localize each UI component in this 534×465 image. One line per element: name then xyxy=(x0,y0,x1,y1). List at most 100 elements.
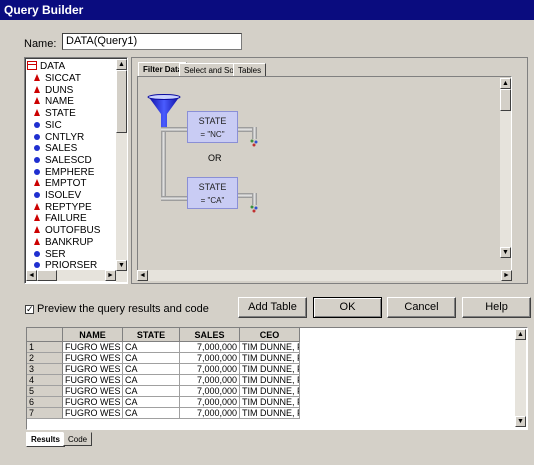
canvas-vertical-scrollbar[interactable]: ▲ ▼ xyxy=(500,78,511,258)
row-number[interactable]: 4 xyxy=(27,375,63,386)
table-icon xyxy=(27,61,37,70)
pipe-branch-2 xyxy=(161,196,188,201)
scroll-up-arrow-icon[interactable]: ▲ xyxy=(500,78,511,89)
table-cell[interactable]: FUGRO WES xyxy=(63,397,123,408)
table-cell[interactable]: CA xyxy=(123,386,180,397)
blue-circle-icon xyxy=(34,262,40,269)
red-triangle-icon xyxy=(34,179,40,187)
canvas-horizontal-scrollbar[interactable]: ◄ ► xyxy=(137,270,512,281)
scroll-up-arrow-icon[interactable]: ▲ xyxy=(515,329,526,340)
row-number[interactable]: 5 xyxy=(27,386,63,397)
tab-tables[interactable]: Tables xyxy=(233,63,267,77)
table-cell[interactable]: 7,000,000 xyxy=(180,397,240,408)
cancel-button[interactable]: Cancel xyxy=(387,297,456,318)
table-cell[interactable]: FUGRO WES xyxy=(63,375,123,386)
grid-corner-cell xyxy=(27,328,63,342)
red-triangle-icon xyxy=(34,202,40,210)
table-cell[interactable]: CA xyxy=(123,397,180,408)
scroll-left-arrow-icon[interactable]: ◄ xyxy=(26,270,37,281)
pipe-drop-2 xyxy=(252,193,257,205)
table-cell[interactable]: 7,000,000 xyxy=(180,342,240,353)
scroll-down-arrow-icon[interactable]: ▼ xyxy=(116,260,127,271)
table-cell[interactable]: TIM DUNNE, P xyxy=(240,375,300,386)
table-cell[interactable]: TIM DUNNE, P xyxy=(240,353,300,364)
table-cell[interactable]: TIM DUNNE, P xyxy=(240,397,300,408)
table-cell[interactable]: CA xyxy=(123,364,180,375)
preview-checkbox-label[interactable]: Preview the query results and code xyxy=(37,303,209,315)
filter-canvas[interactable]: STATE = "NC" OR STATE = "CA" ▲ ▼ xyxy=(137,76,512,271)
scroll-down-arrow-icon[interactable]: ▼ xyxy=(515,416,526,427)
add-table-button[interactable]: Add Table xyxy=(238,297,307,318)
column-header[interactable]: CEO xyxy=(240,328,300,342)
grid-vertical-scrollbar[interactable]: ▲ ▼ xyxy=(515,329,526,427)
scroll-up-arrow-icon[interactable]: ▲ xyxy=(116,59,127,70)
red-triangle-icon xyxy=(34,85,40,93)
blue-circle-icon xyxy=(34,192,40,198)
table-cell[interactable]: TIM DUNNE, P xyxy=(240,408,300,419)
table-cell[interactable]: CA xyxy=(123,353,180,364)
row-number[interactable]: 7 xyxy=(27,408,63,419)
tree-item-label: ISOLEV xyxy=(45,190,82,201)
column-header[interactable]: NAME xyxy=(63,328,123,342)
table-cell[interactable]: 7,000,000 xyxy=(180,408,240,419)
column-header[interactable]: SALES xyxy=(180,328,240,342)
tree-scroll-thumb[interactable] xyxy=(116,70,127,133)
row-number[interactable]: 1 xyxy=(27,342,63,353)
red-triangle-icon xyxy=(34,214,40,222)
filter-condition-1[interactable]: STATE = "NC" xyxy=(187,111,238,143)
table-cell[interactable]: CA xyxy=(123,342,180,353)
tree-item-label: EMPTOT xyxy=(45,178,87,190)
table-cell[interactable]: FUGRO WES xyxy=(63,364,123,375)
tab-code[interactable]: Code xyxy=(63,432,93,446)
column-tree[interactable]: DATA SICCAT DUNS NAME STATE SIC CNTLYR SALES SA… xyxy=(24,57,128,284)
operator-label: OR xyxy=(208,153,222,163)
table-cell[interactable]: TIM DUNNE, P xyxy=(240,364,300,375)
scroll-left-arrow-icon[interactable]: ◄ xyxy=(137,270,148,281)
scroll-right-arrow-icon[interactable]: ► xyxy=(501,270,512,281)
table-cell[interactable]: CA xyxy=(123,408,180,419)
tree-horizontal-scrollbar[interactable]: ◄ ► xyxy=(26,270,116,281)
tap-icon xyxy=(250,139,258,147)
filter-condition-2[interactable]: STATE = "CA" xyxy=(187,177,238,209)
ok-button[interactable]: OK xyxy=(313,297,382,318)
table-cell[interactable]: 7,000,000 xyxy=(180,375,240,386)
table-cell[interactable]: TIM DUNNE, P xyxy=(240,386,300,397)
tree-item-label: SIC xyxy=(45,119,62,131)
tree-item-label: SER xyxy=(45,248,66,260)
table-cell[interactable]: 7,000,000 xyxy=(180,364,240,375)
column-header[interactable]: STATE xyxy=(123,328,180,342)
red-triangle-icon xyxy=(34,226,40,234)
pipe-branch-1 xyxy=(161,127,188,132)
tree-item-label: CNTLYR xyxy=(45,131,85,143)
row-number[interactable]: 2 xyxy=(27,353,63,364)
name-label: Name: xyxy=(24,38,57,50)
blue-circle-icon xyxy=(34,145,40,152)
blue-circle-icon xyxy=(34,168,40,175)
scroll-down-arrow-icon[interactable]: ▼ xyxy=(500,247,511,258)
canvas-scroll-thumb[interactable] xyxy=(500,89,511,111)
red-triangle-icon xyxy=(34,97,40,105)
table-cell[interactable]: FUGRO WES xyxy=(63,408,123,419)
row-number[interactable]: 6 xyxy=(27,397,63,408)
table-cell[interactable]: TIM DUNNE, P xyxy=(240,342,300,353)
row-number[interactable]: 3 xyxy=(27,364,63,375)
blue-circle-icon xyxy=(34,250,40,257)
table-cell[interactable]: CA xyxy=(123,375,180,386)
tab-results[interactable]: Results xyxy=(26,432,65,447)
scroll-right-arrow-icon[interactable]: ► xyxy=(105,270,116,281)
table-cell[interactable]: 7,000,000 xyxy=(180,386,240,397)
blue-circle-icon xyxy=(34,133,40,140)
table-cell[interactable]: FUGRO WES xyxy=(63,386,123,397)
table-cell[interactable]: FUGRO WES xyxy=(63,342,123,353)
table-cell[interactable]: 7,000,000 xyxy=(180,353,240,364)
tree-item-label: SALESCD xyxy=(45,154,92,166)
query-builder-window: Query Builder Name: DATA(Query1) DATA SI… xyxy=(0,0,534,465)
tree-hscroll-thumb[interactable] xyxy=(37,270,57,281)
tree-vertical-scrollbar[interactable]: ▲ ▼ xyxy=(116,59,127,282)
preview-checkbox[interactable]: ✓ xyxy=(25,305,34,314)
query-name-input[interactable]: DATA(Query1) xyxy=(62,33,242,50)
table-cell[interactable]: FUGRO WES xyxy=(63,353,123,364)
help-button[interactable]: Help xyxy=(462,297,531,318)
tree-item-label: REPTYPE xyxy=(45,201,92,213)
results-grid[interactable]: NAME STATE SALES CEO 1 FUGRO WES CA 7,000,000 TI… xyxy=(26,327,528,430)
